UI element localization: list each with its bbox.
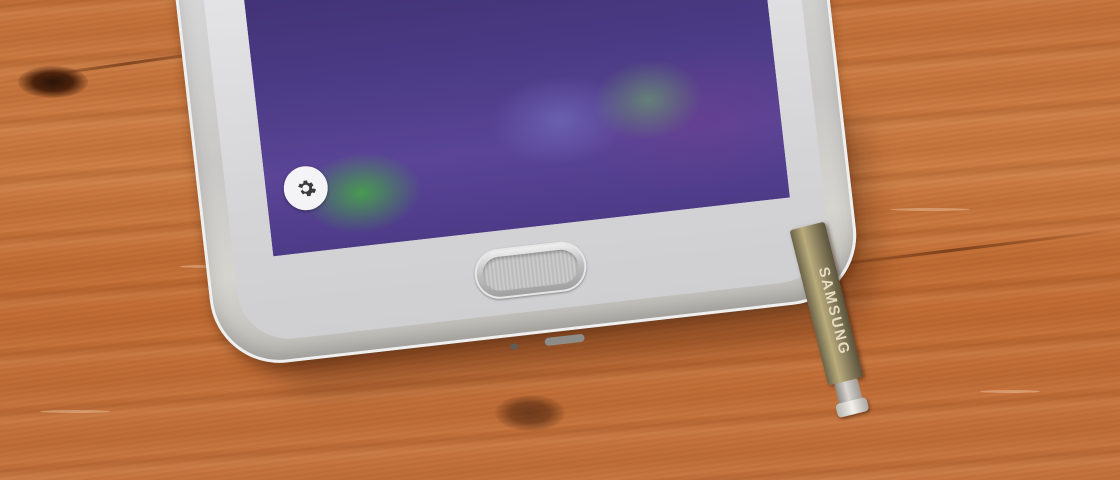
s-pen-brand-text: SAMSUNG <box>814 265 854 358</box>
fingerprint-sensor <box>480 247 581 293</box>
phone-screen[interactable] <box>237 0 790 257</box>
phone-front-glass <box>196 0 834 351</box>
wood-highlight <box>980 390 1040 393</box>
home-button[interactable] <box>472 239 589 302</box>
wood-highlight <box>40 410 110 413</box>
wood-knot <box>495 395 565 431</box>
settings-button[interactable] <box>281 163 331 213</box>
wood-highlight <box>890 208 970 211</box>
gear-icon <box>298 180 317 197</box>
